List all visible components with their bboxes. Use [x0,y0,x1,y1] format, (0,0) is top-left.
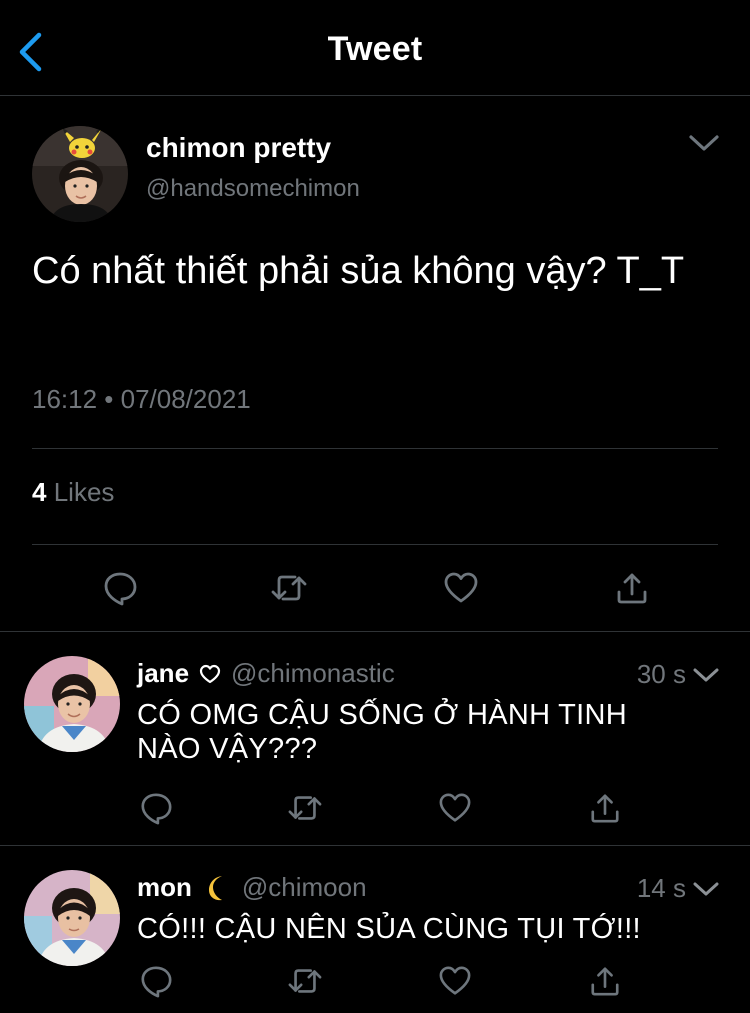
heart-outline-icon [199,664,221,684]
chevron-down-icon [693,882,719,896]
share-button[interactable] [610,566,654,610]
comment-icon [104,572,137,606]
reply-avatar[interactable] [24,870,120,966]
share-button[interactable] [585,788,625,828]
likes-label: Likes [53,477,115,507]
reply-button[interactable] [136,788,176,828]
comment-icon [141,966,172,998]
page-title: Tweet [327,30,423,68]
tweet-text: Có nhất thiết phải sủa không vậy? T_T [32,250,685,292]
reply-avatar[interactable] [24,656,120,752]
share-icon [591,794,619,823]
retweet-button[interactable] [267,566,311,610]
crescent-moon-emoji [202,873,232,903]
retweet-icon [288,969,322,993]
like-button[interactable] [435,788,475,828]
reply-time: 30 s [636,659,686,689]
reply-button[interactable] [98,566,142,610]
tweet-options-button[interactable] [684,128,724,158]
top-nav-bar: Tweet [0,0,750,96]
author-avatar[interactable] [32,126,128,222]
reply-header: mon @chimoon [137,872,367,903]
retweet-icon [271,575,307,601]
likes-count-link[interactable]: 4 Likes [32,477,114,508]
reply-options-button[interactable] [690,662,722,688]
share-icon [617,573,647,604]
chevron-down-icon [689,135,719,151]
share-button[interactable] [585,961,625,1001]
like-button[interactable] [435,961,475,1001]
reply-author-handle[interactable]: @chimoon [242,872,367,903]
retweet-icon [288,796,322,820]
reply-tweet[interactable]: jane @chimonastic 30 s CÓ OMG CẬU SỐNG Ở… [0,632,750,846]
reply-tweet[interactable]: mon @chimoon 14 s CÓ!!! CẬU NÊN SỦA CÙNG… [0,846,750,1013]
heart-icon [439,966,471,995]
reply-action-bar [0,788,750,828]
heart-icon [439,793,471,822]
reply-author-handle[interactable]: @chimonastic [231,658,395,689]
divider [32,448,718,449]
reply-button[interactable] [136,961,176,1001]
tweet-timestamp: 16:12 • 07/08/2021 [32,384,251,414]
divider [32,544,718,545]
main-tweet: chimon pretty @handsomechimon Có nhất th… [0,96,750,632]
heart-icon [444,572,478,603]
reply-author-name[interactable]: mon [137,872,192,903]
retweet-button[interactable] [285,961,325,1001]
reply-author-name[interactable]: jane [137,658,189,689]
comment-icon [141,793,172,825]
likes-count: 4 [32,477,47,507]
like-button[interactable] [439,566,483,610]
tweet-action-bar [0,566,750,610]
author-name[interactable]: chimon pretty [146,132,331,164]
reply-time: 14 s [636,873,686,903]
reply-text: CÓ!!! CẬU NÊN SỦA CÙNG TỤI TỚ!!! [137,913,641,945]
reply-text: CÓ OMG CẬU SỐNG Ở HÀNH TINH NÀO VẬY??? [137,699,628,765]
reply-action-bar [0,961,750,1001]
retweet-button[interactable] [285,788,325,828]
chevron-down-icon [693,668,719,682]
reply-options-button[interactable] [690,876,722,902]
tweet-detail-screen: Tweet chimon pretty @handsomechimon Có n… [0,0,750,1013]
author-handle[interactable]: @handsomechimon [146,175,360,203]
reply-header: jane @chimonastic [137,658,395,689]
share-icon [591,967,619,996]
